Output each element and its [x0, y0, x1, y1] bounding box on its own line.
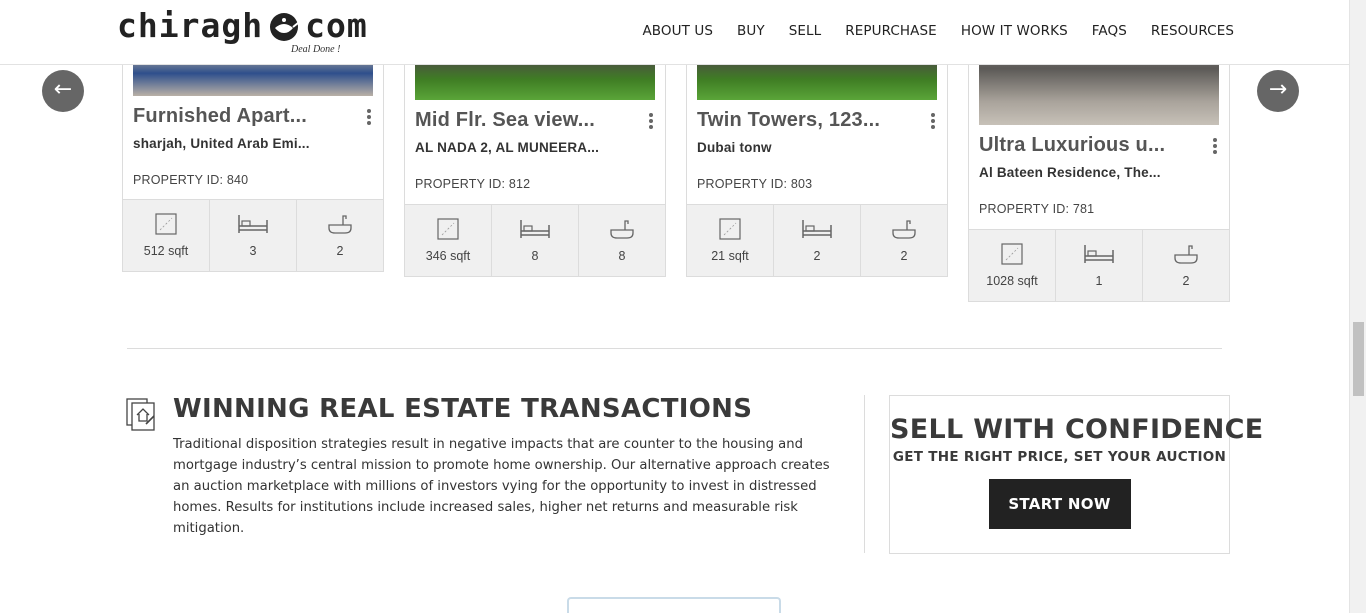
property-id: PROPERTY ID: 812	[415, 177, 531, 191]
property-stats: 512 sqft 3 2	[123, 199, 383, 271]
nav-faqs[interactable]: FAQS	[1092, 23, 1127, 39]
bed-icon	[802, 220, 832, 238]
area-stat: 512 sqft	[123, 200, 210, 271]
nav-repurchase[interactable]: REPURCHASE	[845, 23, 937, 39]
property-card[interactable]: Ultra Luxurious u... Al Bateen Residence…	[968, 30, 1230, 302]
sell-cta-box: SELL WITH CONFIDENCE GET THE RIGHT PRICE…	[889, 395, 1264, 554]
bath-stat: 8	[579, 205, 665, 276]
winning-description: Traditional disposition strategies resul…	[173, 437, 830, 536]
property-title[interactable]: Ultra Luxurious u...	[979, 134, 1165, 157]
bed-value: 2	[813, 249, 821, 263]
property-card[interactable]: Twin Towers, 123... Dubai tonw PROPERTY …	[686, 30, 948, 277]
area-value: 512 sqft	[143, 244, 189, 258]
area-stat: 1028 sqft	[969, 230, 1056, 301]
property-document-icon	[126, 398, 155, 431]
property-title[interactable]: Twin Towers, 123...	[697, 109, 880, 132]
site-header: chiragh com Deal Done ! ABOUT US BUY SEL…	[0, 0, 1349, 65]
main-nav: ABOUT US BUY SELL REPURCHASE HOW IT WORK…	[642, 23, 1234, 39]
bath-stat: 2	[861, 205, 947, 276]
kebab-menu-icon[interactable]	[929, 113, 937, 131]
area-stat: 346 sqft	[405, 205, 492, 276]
nav-about-us[interactable]: ABOUT US	[642, 23, 713, 39]
scrollbar-thumb[interactable]	[1353, 322, 1364, 396]
bed-stat: 2	[774, 205, 861, 276]
kebab-menu-icon[interactable]	[365, 109, 373, 127]
property-id: PROPERTY ID: 781	[979, 202, 1095, 216]
area-stat: 21 sqft	[687, 205, 774, 276]
kebab-menu-icon[interactable]	[1211, 138, 1219, 156]
bathtub-icon	[328, 215, 352, 234]
bed-value: 8	[531, 249, 539, 263]
property-location: Al Bateen Residence, The...	[979, 165, 1161, 180]
start-now-button[interactable]: START NOW	[988, 479, 1131, 529]
bed-icon	[520, 220, 550, 238]
property-stats: 21 sqft 2 2	[687, 204, 947, 276]
bathtub-icon	[610, 220, 634, 239]
nav-how-it-works[interactable]: HOW IT WORKS	[961, 23, 1068, 39]
bathtub-icon	[1174, 245, 1198, 264]
bed-icon	[1084, 245, 1114, 263]
area-value: 21 sqft	[711, 249, 749, 263]
bed-stat: 1	[1056, 230, 1143, 301]
area-icon	[719, 218, 741, 240]
nav-resources[interactable]: RESOURCES	[1151, 23, 1234, 39]
bath-value: 2	[1182, 274, 1190, 288]
partial-box	[567, 597, 781, 613]
logo-tagline: Deal Done !	[291, 44, 341, 55]
property-stats: 346 sqft 8 8	[405, 204, 665, 276]
property-card[interactable]: Mid Flr. Sea view... AL NADA 2, AL MUNEE…	[404, 30, 666, 277]
property-id: PROPERTY ID: 803	[697, 177, 813, 191]
property-location: Dubai tonw	[697, 140, 772, 155]
bed-stat: 3	[210, 200, 297, 271]
sell-title: SELL WITH CONFIDENCE	[890, 414, 1264, 445]
sell-subtitle: GET THE RIGHT PRICE, SET YOUR AUCTION	[892, 449, 1227, 465]
area-icon	[155, 213, 177, 235]
genie-lamp-icon	[270, 13, 299, 41]
property-location: sharjah, United Arab Emi...	[133, 136, 310, 151]
bath-value: 2	[900, 249, 908, 263]
carousel-next-button[interactable]: →	[1257, 70, 1299, 112]
property-id: PROPERTY ID: 840	[133, 173, 249, 187]
area-value: 1028 sqft	[986, 274, 1038, 288]
vertical-divider	[864, 395, 865, 553]
bath-stat: 2	[1143, 230, 1229, 301]
area-icon	[1001, 243, 1023, 265]
bath-value: 2	[336, 244, 344, 258]
bathtub-icon	[892, 220, 916, 239]
property-title[interactable]: Furnished Apart...	[133, 105, 307, 128]
bath-value: 8	[618, 249, 626, 263]
property-stats: 1028 sqft 1 2	[969, 229, 1229, 301]
winning-title: WINNING REAL ESTATE TRANSACTIONS	[173, 394, 753, 424]
logo-text-left: chiragh	[117, 6, 264, 45]
section-divider	[127, 348, 1222, 349]
kebab-menu-icon[interactable]	[647, 113, 655, 131]
property-card[interactable]: Furnished Apart... sharjah, United Arab …	[122, 30, 384, 272]
bed-value: 3	[249, 244, 257, 258]
area-value: 346 sqft	[425, 249, 471, 263]
nav-sell[interactable]: SELL	[789, 23, 822, 39]
bed-icon	[238, 215, 268, 233]
page-scrollbar[interactable]	[1349, 0, 1366, 613]
site-logo[interactable]: chiragh com Deal Done !	[117, 8, 368, 58]
property-title[interactable]: Mid Flr. Sea view...	[415, 109, 595, 132]
property-location: AL NADA 2, AL MUNEERA...	[415, 140, 600, 155]
area-icon	[437, 218, 459, 240]
bed-stat: 8	[492, 205, 579, 276]
carousel-prev-button[interactable]: ←	[42, 70, 84, 112]
bed-value: 1	[1095, 274, 1103, 288]
bath-stat: 2	[297, 200, 383, 271]
logo-text-right: com	[305, 6, 368, 45]
nav-buy[interactable]: BUY	[737, 23, 765, 39]
